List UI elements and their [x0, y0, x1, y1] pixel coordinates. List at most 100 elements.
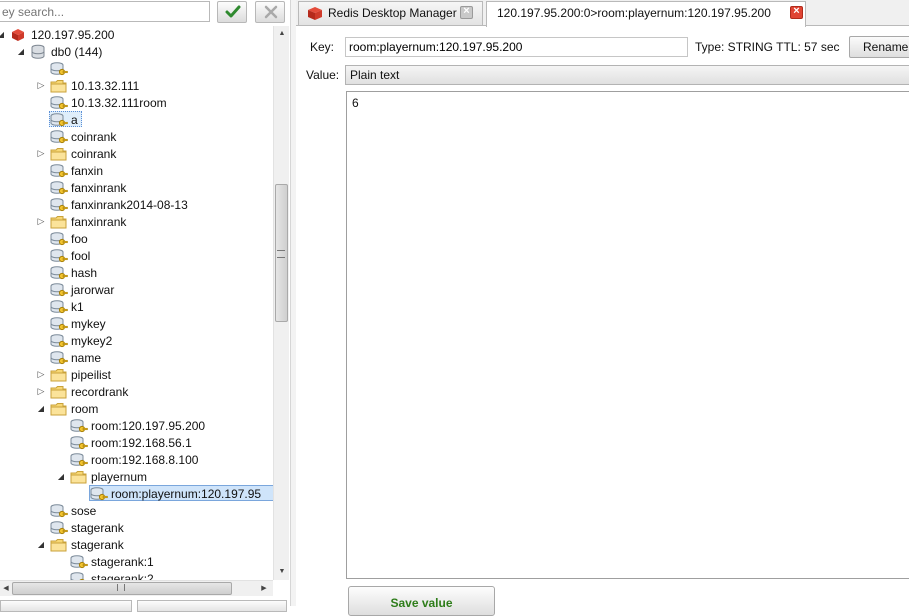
scroll-up-arrow-icon[interactable]: ▲ [276, 28, 288, 40]
save-value-button[interactable]: Save value [348, 586, 495, 616]
expand-down-arrow-icon[interactable]: ◢ [36, 536, 46, 553]
tree-item[interactable]: stagerank:1 [69, 553, 168, 569]
tree-key[interactable]: coinrank [0, 128, 273, 145]
collapse-right-arrow-icon[interactable]: ▷ [36, 77, 46, 94]
tree-folder[interactable]: ◢ room [0, 400, 273, 417]
tree-item[interactable]: hash [49, 264, 102, 280]
expand-down-arrow-icon[interactable]: ◢ [56, 468, 66, 485]
tree-item[interactable]: name [49, 349, 102, 365]
tree-key[interactable]: stagerank [0, 519, 273, 536]
scroll-right-arrow-icon[interactable]: ▶ [258, 582, 270, 595]
tree-key[interactable]: hash [0, 264, 273, 281]
collapse-right-arrow-icon[interactable]: ▷ [36, 366, 46, 383]
key-icon [50, 350, 68, 366]
expand-down-arrow-icon[interactable]: ◢ [36, 400, 46, 417]
collapse-right-arrow-icon[interactable]: ▷ [36, 145, 46, 162]
collapse-right-arrow-icon[interactable]: ▷ [36, 383, 46, 400]
tree-item-label: room:192.168.56.1 [91, 436, 192, 450]
tree-item[interactable]: stagerank [49, 519, 135, 535]
tree-key[interactable]: name [0, 349, 273, 366]
tree-key[interactable]: foo [0, 230, 273, 247]
tree-key[interactable]: sose [0, 502, 273, 519]
search-input[interactable] [0, 1, 210, 22]
search-confirm-button[interactable] [217, 1, 247, 23]
expand-down-arrow-icon[interactable]: ◢ [0, 26, 6, 43]
tree-item[interactable]: mykey2 [49, 332, 115, 348]
tree-key[interactable]: room:192.168.56.1 [0, 434, 273, 451]
tree-item[interactable]: room:playernum:120.197.95 [89, 485, 273, 501]
tree-item[interactable]: fanxinrank2014-08-13 [49, 196, 207, 212]
tree-item[interactable]: a [49, 111, 82, 127]
tree-item[interactable]: 10.13.32.111room [49, 94, 181, 110]
tree-horizontal-scrollbar[interactable]: ◀ ▶ [0, 580, 273, 596]
tree-item[interactable]: playernum [69, 468, 155, 484]
tree-item[interactable]: k1 [49, 298, 89, 314]
tree-item[interactable]: 120.197.95.200 [9, 26, 128, 42]
tree-key[interactable]: room:120.197.95.200 [0, 417, 273, 434]
tree-item[interactable]: jarorwar [49, 281, 128, 297]
tree-key[interactable] [0, 60, 273, 77]
tree-item[interactable]: stagerank:2 [69, 570, 168, 580]
tree-key[interactable]: fanxin [0, 162, 273, 179]
tree-item[interactable]: coinrank [49, 128, 128, 144]
expand-down-arrow-icon[interactable]: ◢ [16, 43, 26, 60]
tree-vertical-scrollbar[interactable]: ▲ ▼ [273, 26, 289, 580]
value-textarea[interactable]: 6 [346, 91, 909, 579]
tree-item[interactable]: foo [49, 230, 95, 246]
value-format-select[interactable]: Plain text [345, 65, 909, 85]
close-icon[interactable]: × [460, 5, 473, 19]
tree-item[interactable]: fanxin [49, 162, 115, 178]
scroll-down-arrow-icon[interactable]: ▼ [276, 566, 288, 578]
tree-key[interactable]: a [0, 111, 273, 128]
tree-key[interactable]: stagerank:1 [0, 553, 273, 570]
tree-key[interactable]: k1 [0, 298, 273, 315]
tree-key[interactable]: fanxinrank [0, 179, 273, 196]
tree-item[interactable]: 10.13.32.111 [49, 77, 155, 93]
close-icon[interactable]: × [790, 5, 803, 19]
tree-item[interactable]: stagerank [49, 536, 135, 552]
tree-server-node[interactable]: ◢ 120.197.95.200 [0, 26, 273, 43]
tree-item[interactable]: sose [49, 502, 102, 518]
tree-item[interactable]: db0 (144) [29, 43, 115, 59]
scroll-left-arrow-icon[interactable]: ◀ [0, 582, 12, 595]
tree-item[interactable]: fool [49, 247, 102, 263]
tree-item[interactable]: recordrank [49, 383, 141, 399]
tree-item[interactable]: room:120.197.95.200 [69, 417, 221, 433]
tree-key[interactable]: 10.13.32.111room [0, 94, 273, 111]
tree-key[interactable]: fool [0, 247, 273, 264]
rename-button[interactable]: Rename [849, 36, 909, 58]
tree-item[interactable]: fanxinrank [49, 179, 141, 195]
tree-key[interactable]: jarorwar [0, 281, 273, 298]
tree-item[interactable] [49, 60, 75, 76]
tree-key[interactable]: fanxinrank2014-08-13 [0, 196, 273, 213]
tree-key[interactable]: mykey [0, 315, 273, 332]
tree-item[interactable]: room [49, 400, 102, 416]
tree-folder[interactable]: ▷ pipeilist [0, 366, 273, 383]
tree-item[interactable]: room:192.168.56.1 [69, 434, 208, 450]
tree-folder[interactable]: ▷ coinrank [0, 145, 273, 162]
key-input[interactable] [345, 37, 688, 57]
tree-folder[interactable]: ▷ recordrank [0, 383, 273, 400]
tree-key[interactable]: room:192.168.8.100 [0, 451, 273, 468]
tree-database-node[interactable]: ◢ db0 (144) [0, 43, 273, 60]
tree-item-label: pipeilist [71, 368, 112, 382]
tree-folder[interactable]: ▷ fanxinrank [0, 213, 273, 230]
search-clear-button[interactable] [255, 1, 285, 23]
tree-item[interactable]: coinrank [49, 145, 128, 161]
tree-item[interactable]: fanxinrank [49, 213, 141, 229]
tab-redis-desktop-manager[interactable]: Redis Desktop Manager × [298, 1, 483, 25]
tree-folder[interactable]: ◢ playernum [0, 468, 273, 485]
tree-item[interactable]: room:192.168.8.100 [69, 451, 214, 467]
tree-item[interactable]: pipeilist [49, 366, 135, 382]
tab-key-editor[interactable]: 120.197.95.200:0>room:playernum:120.197.… [486, 1, 806, 27]
tree-item[interactable]: mykey [49, 315, 108, 331]
bottom-button-right[interactable] [137, 600, 287, 612]
bottom-button-left[interactable] [0, 600, 132, 612]
tree-key[interactable]: mykey2 [0, 332, 273, 349]
tree-folder[interactable]: ◢ stagerank [0, 536, 273, 553]
tree-folder[interactable]: ▷ 10.13.32.111 [0, 77, 273, 94]
tree-key[interactable]: stagerank:2 [0, 570, 273, 580]
key-label: Key: [310, 40, 335, 54]
tree-key[interactable]: room:playernum:120.197.95 [0, 485, 273, 502]
collapse-right-arrow-icon[interactable]: ▷ [36, 213, 46, 230]
